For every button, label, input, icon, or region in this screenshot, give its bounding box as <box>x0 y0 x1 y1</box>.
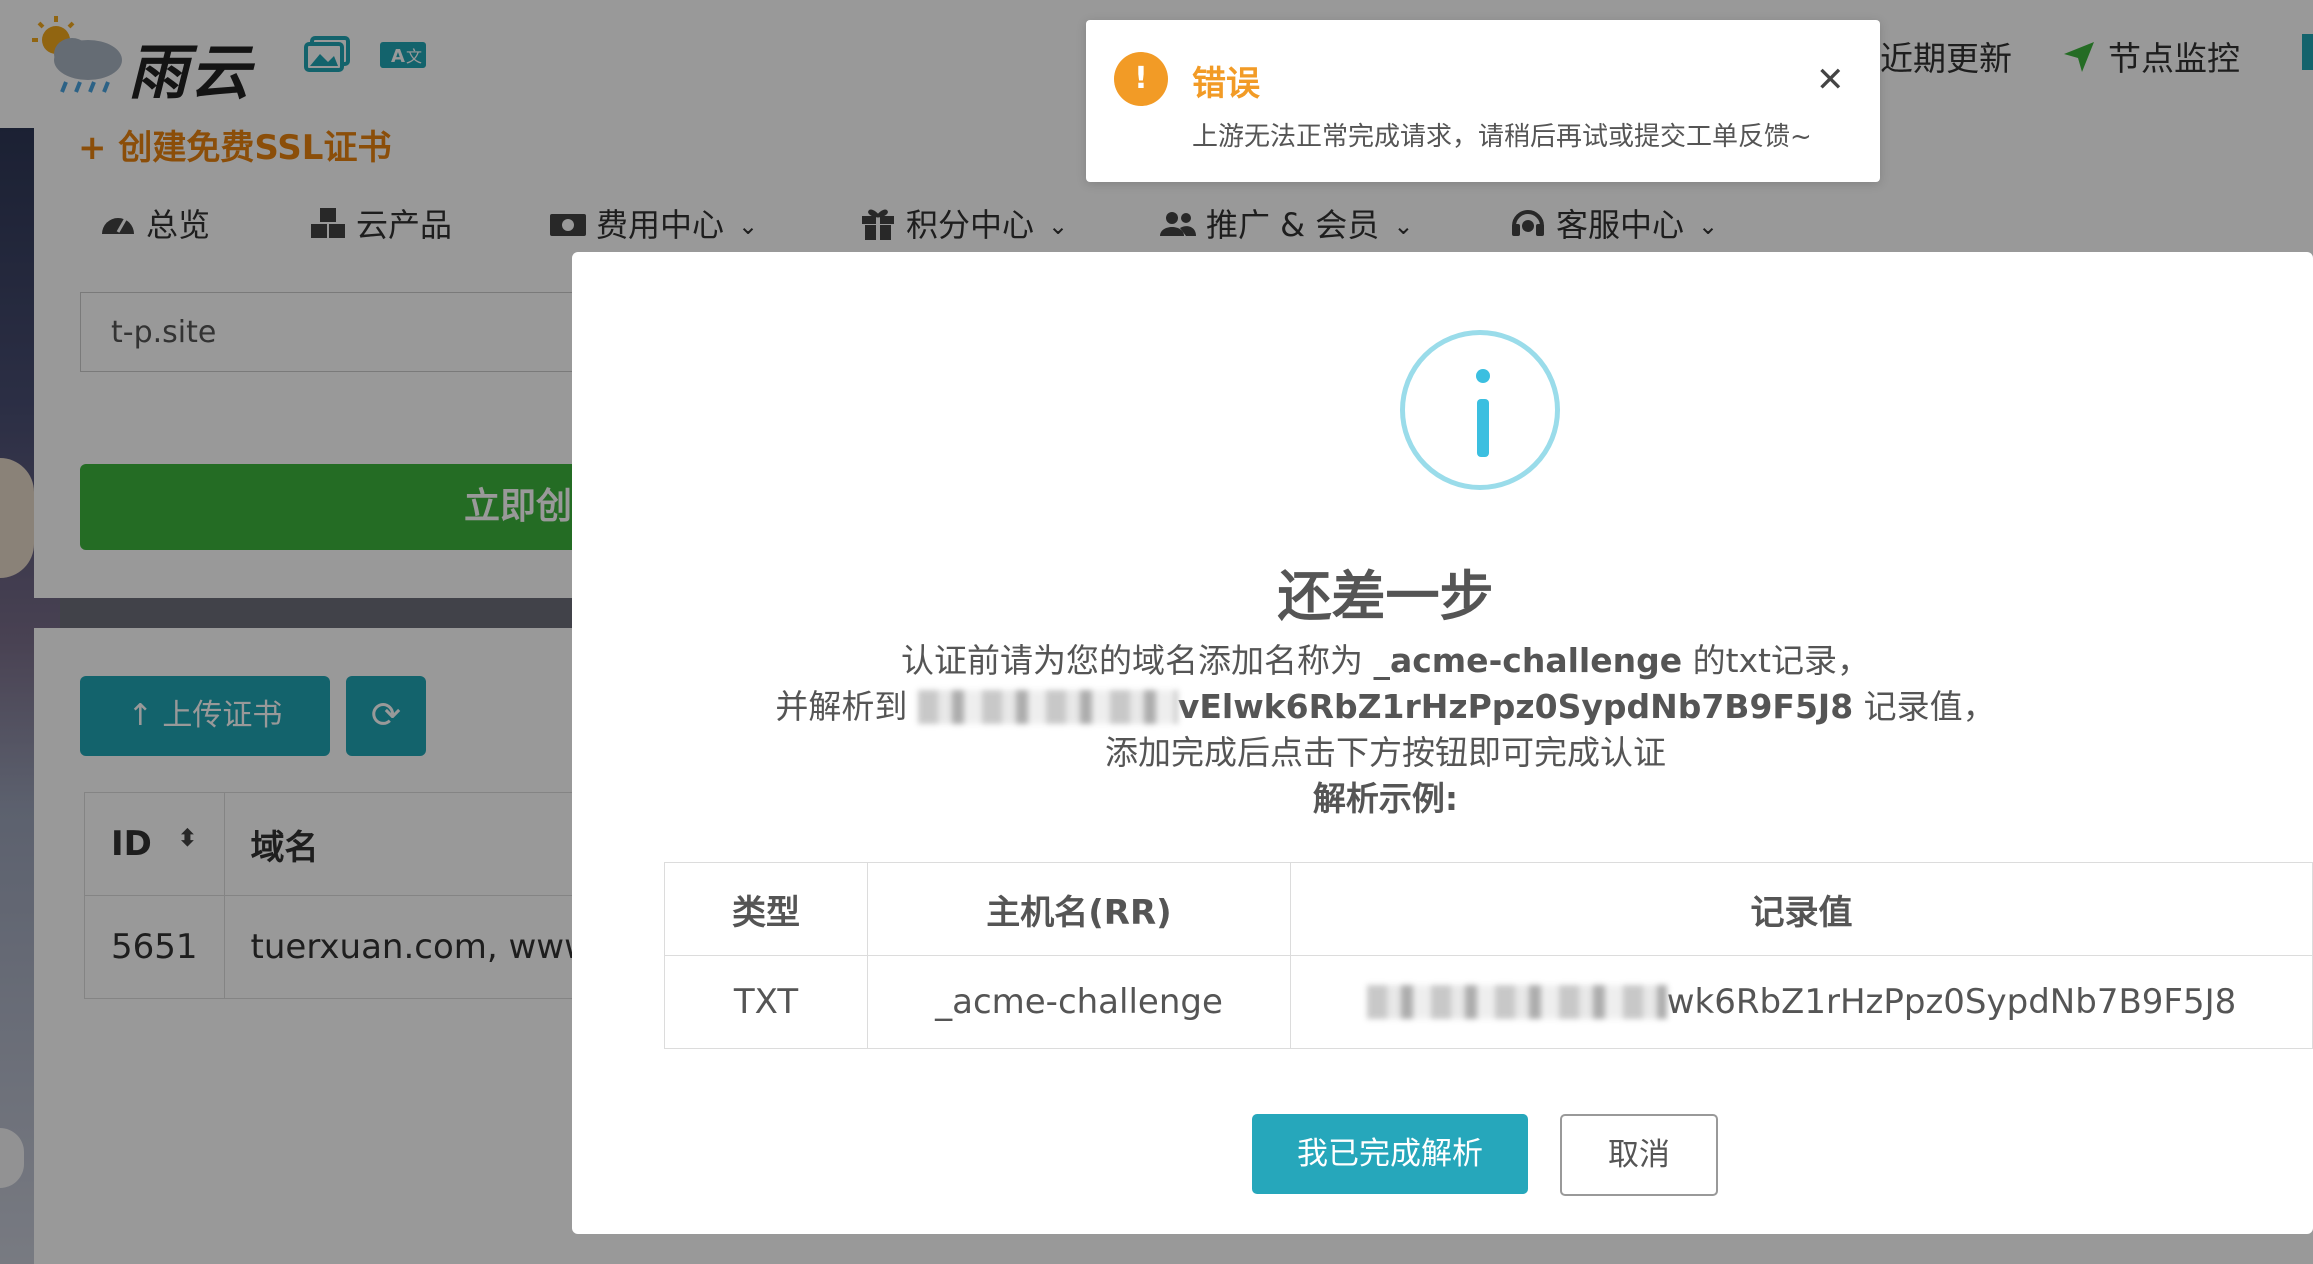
info-icon-dot <box>1476 369 1490 383</box>
column-header-value: 记录值 <box>1290 862 2313 956</box>
record-value-tail: wk6RbZ1rHzPpz0SypdNb7B9F5J8 <box>1666 982 2237 1022</box>
instruction-line-3: 添加完成后点击下方按钮即可完成认证 <box>1105 733 1666 772</box>
record-value: vElwk6RbZ1rHzPpz0SypdNb7B9F5J8 <box>1177 687 1854 726</box>
instruction-text: 记录值， <box>1863 687 1996 726</box>
cell-type: TXT <box>664 955 868 1049</box>
toast-title: 错误 <box>1192 64 1260 104</box>
confirm-resolved-button[interactable]: 我已完成解析 <box>1252 1114 1528 1194</box>
redacted-value <box>917 690 1178 724</box>
cell-host: _acme-challenge <box>867 955 1291 1049</box>
instruction-text: 认证前请为您的域名添加名称为 <box>900 641 1363 680</box>
dns-example-table: 类型 主机名(RR) 记录值 TXT _acme-challenge wk6Rb… <box>664 862 2313 1049</box>
instruction-text: 的txt记录， <box>1692 641 1871 680</box>
table-row: TXT _acme-challenge wk6RbZ1rHzPpz0SypdNb… <box>664 955 2313 1049</box>
instruction-line-2: 并解析到 vElwk6RbZ1rHzPpz0SypdNb7B9F5J8 记录值， <box>572 680 2199 728</box>
table-header-row: 类型 主机名(RR) 记录值 <box>664 862 2313 956</box>
redacted-value <box>1366 985 1667 1019</box>
close-icon[interactable]: ✕ <box>1816 60 1845 100</box>
instruction-text: 并解析到 <box>775 687 908 726</box>
cancel-button[interactable]: 取消 <box>1560 1114 1718 1196</box>
warning-icon <box>1114 52 1168 106</box>
record-name: _acme-challenge <box>1373 641 1683 680</box>
info-icon-bar <box>1477 399 1489 457</box>
cell-value: wk6RbZ1rHzPpz0SypdNb7B9F5J8 <box>1290 955 2313 1049</box>
verification-modal: 还差一步 认证前请为您的域名添加名称为 _acme-challenge 的txt… <box>572 252 2313 1234</box>
column-header-type: 类型 <box>664 862 868 956</box>
error-toast: 错误 上游无法正常完成请求，请稍后再试或提交工单反馈~ ✕ <box>1086 20 1880 182</box>
column-header-host: 主机名(RR) <box>867 862 1291 956</box>
toast-message: 上游无法正常完成请求，请稍后再试或提交工单反馈~ <box>1192 122 1812 152</box>
instruction-line-1: 认证前请为您的域名添加名称为 _acme-challenge 的txt记录， <box>572 634 2199 682</box>
modal-title: 还差一步 <box>1277 565 1494 628</box>
example-heading: 解析示例: <box>1312 779 1459 818</box>
info-icon <box>1400 330 1560 490</box>
